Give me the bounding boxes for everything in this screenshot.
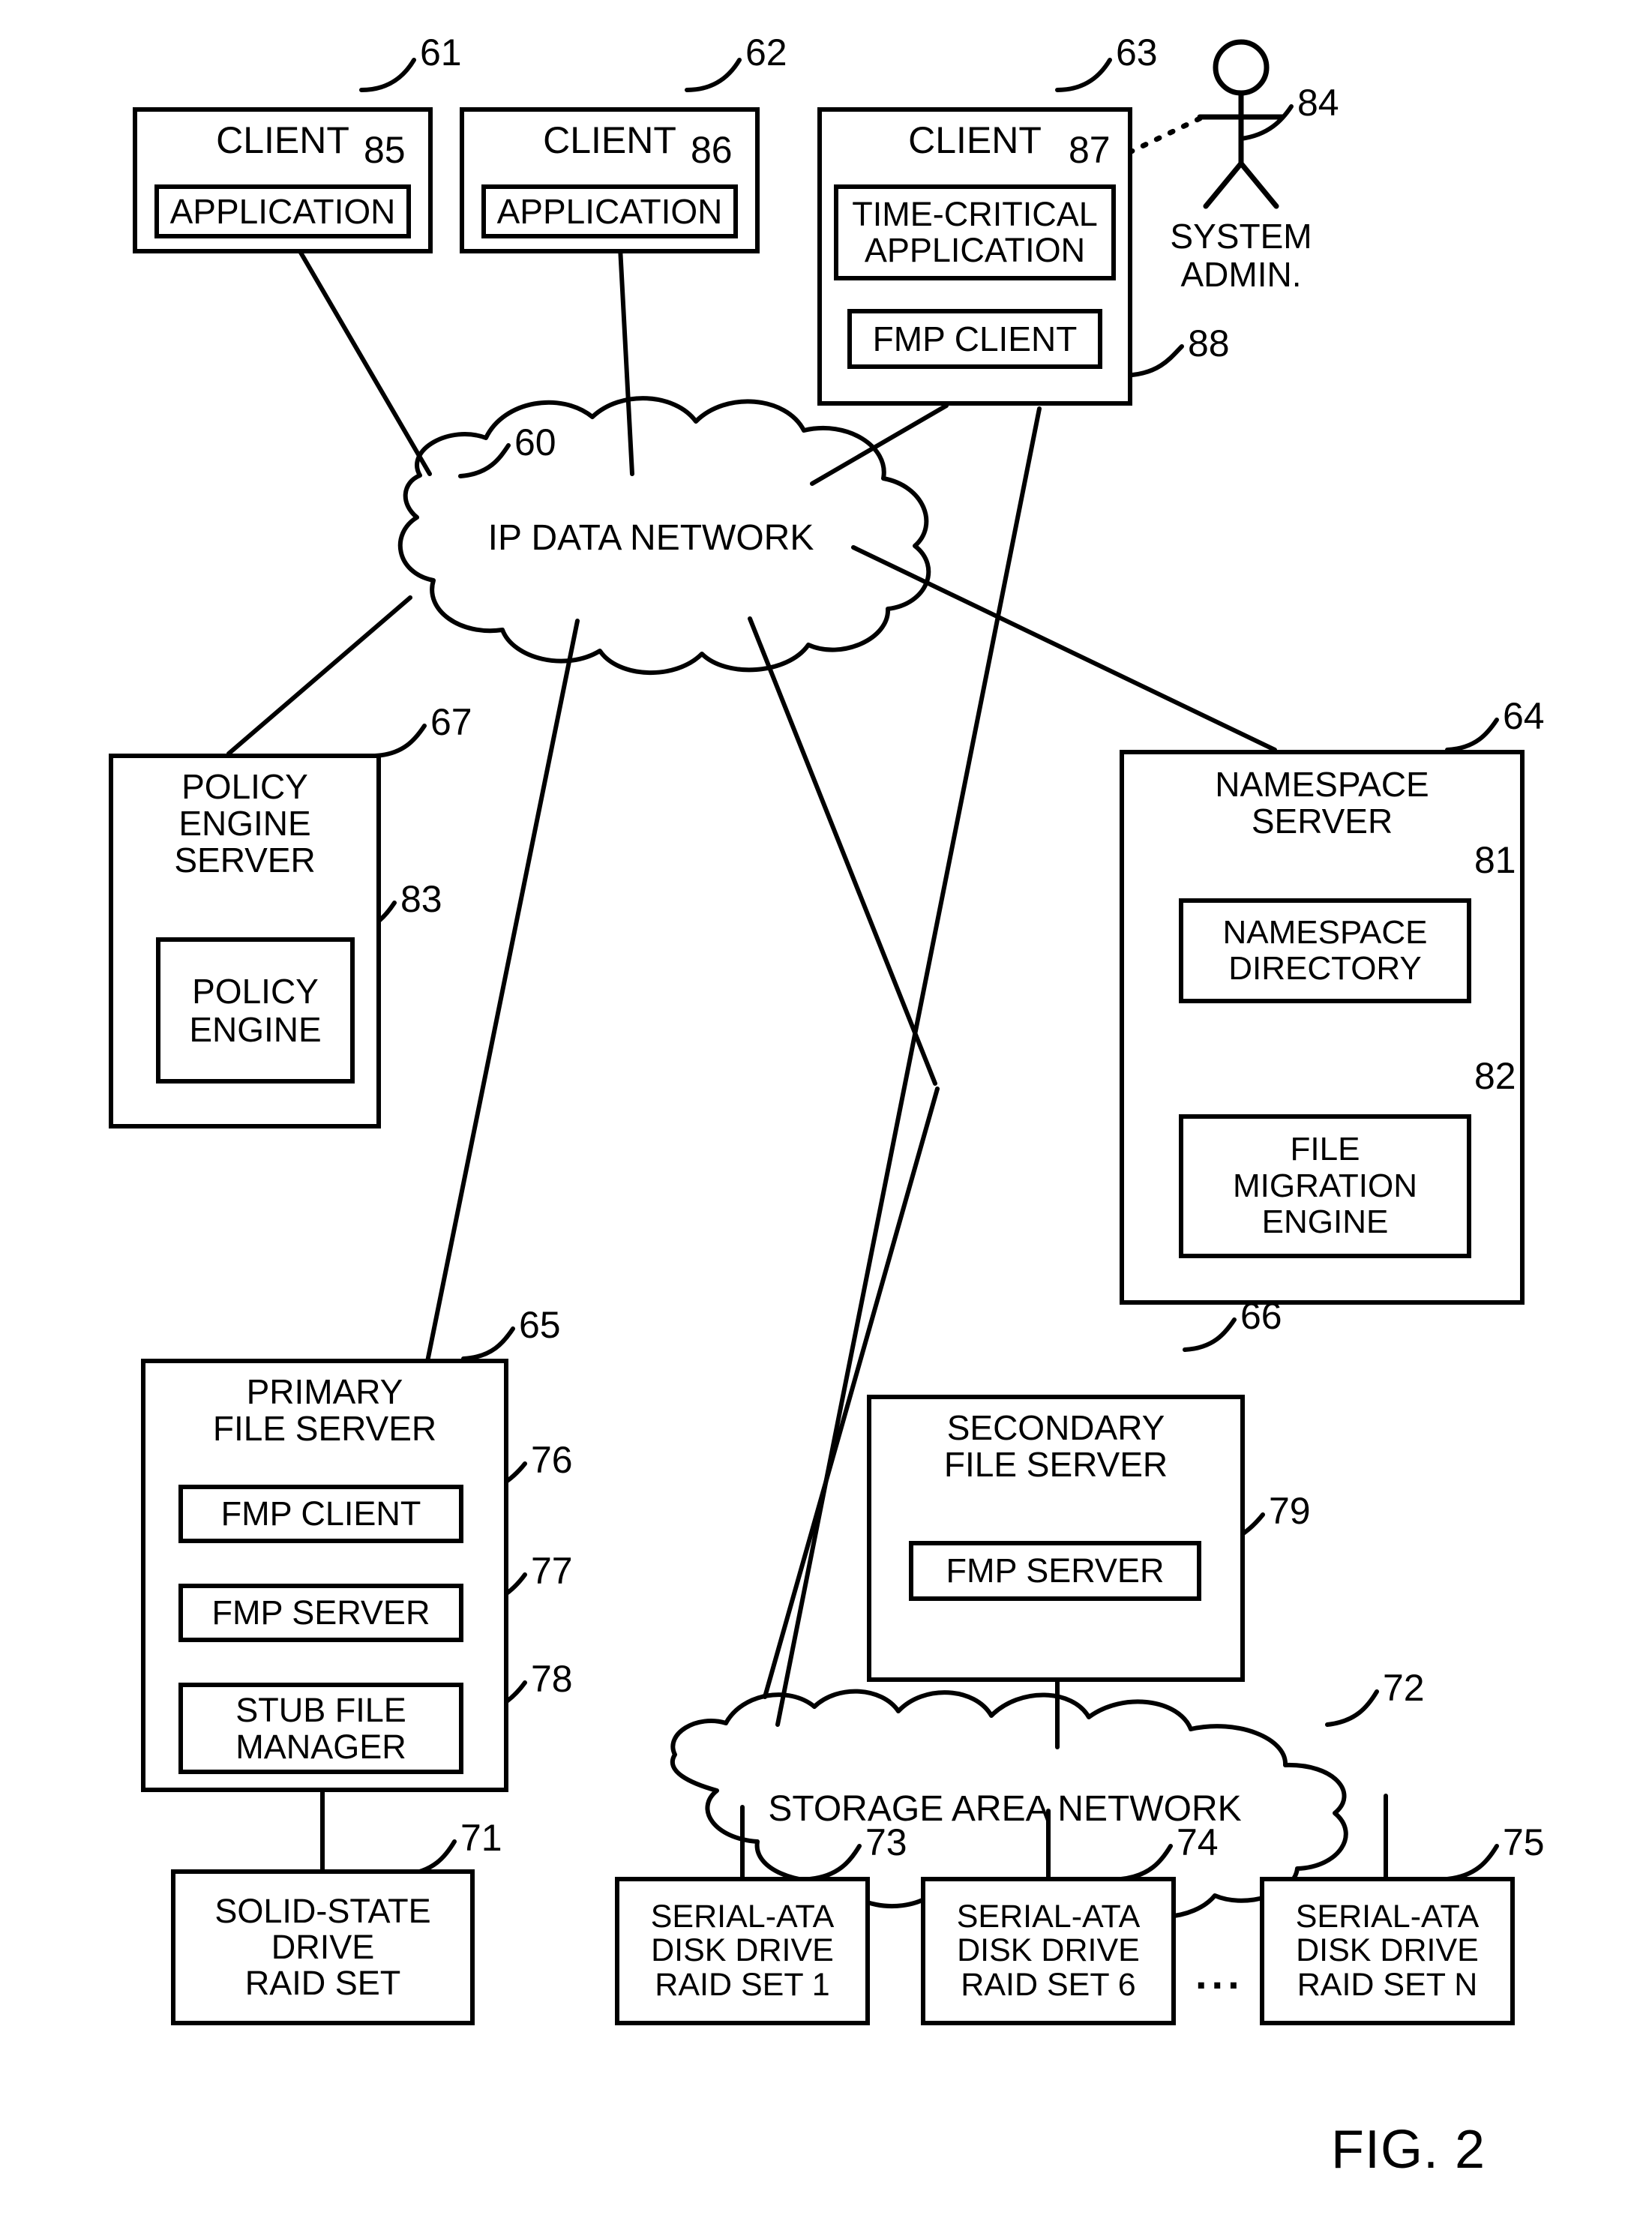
solid-state-drive-raid-set-71-title: SOLID-STATE DRIVE RAID SET bbox=[214, 1892, 431, 2002]
system-admin-leg-right bbox=[1238, 160, 1279, 209]
sata-raid-set-n-75-title: SERIAL-ATA DISK DRIVE RAID SET N bbox=[1295, 1898, 1480, 2003]
file-migration-engine-82-box[interactable]: FILE MIGRATION ENGINE bbox=[1179, 1114, 1471, 1258]
ref-numeral-84: 84 bbox=[1297, 82, 1339, 124]
secondary-file-server-66-box[interactable]: SECONDARY FILE SERVER bbox=[867, 1395, 1245, 1682]
namespace-directory-81-box[interactable]: NAMESPACE DIRECTORY bbox=[1179, 898, 1471, 1003]
sata-raid-set-1-73-box[interactable]: SERIAL-ATA DISK DRIVE RAID SET 1 bbox=[615, 1877, 870, 2025]
ref-numeral-75: 75 bbox=[1503, 1821, 1545, 1863]
ref-numeral-73: 73 bbox=[865, 1821, 907, 1863]
ref-numeral-74: 74 bbox=[1177, 1821, 1219, 1863]
fmp-server-77-label: FMP SERVER bbox=[211, 1593, 430, 1632]
fmp-client-76-box[interactable]: FMP CLIENT bbox=[178, 1485, 463, 1543]
link-client62-to-ip-network bbox=[618, 245, 634, 476]
secondary-file-server-66-title: SECONDARY FILE SERVER bbox=[943, 1408, 1168, 1484]
application-86-label: APPLICATION bbox=[496, 192, 723, 231]
primary-file-server-65-title: PRIMARY FILE SERVER bbox=[212, 1372, 437, 1448]
ref-numeral-82: 82 bbox=[1474, 1055, 1516, 1097]
leader-hook-72 bbox=[1325, 1689, 1379, 1727]
leader-hook-88 bbox=[1130, 344, 1184, 377]
fmp-client-76-label: FMP CLIENT bbox=[220, 1494, 421, 1533]
ref-numeral-71: 71 bbox=[460, 1817, 502, 1859]
policy-engine-83-box[interactable]: POLICY ENGINE bbox=[156, 937, 355, 1084]
client-61-title: CLIENT bbox=[216, 119, 349, 161]
fmp-client-88-label: FMP CLIENT bbox=[872, 319, 1078, 358]
system-admin-leg-left bbox=[1203, 160, 1244, 209]
leader-hook-67 bbox=[373, 724, 427, 758]
application-86-box[interactable]: APPLICATION bbox=[481, 184, 738, 238]
leader-hook-74 bbox=[1119, 1844, 1173, 1881]
link-client61-to-ip-network bbox=[295, 245, 432, 476]
leader-hook-61 bbox=[359, 58, 416, 92]
solid-state-drive-raid-set-71-box[interactable]: SOLID-STATE DRIVE RAID SET bbox=[171, 1869, 475, 2025]
ref-numeral-72: 72 bbox=[1383, 1667, 1425, 1709]
sata-raid-set-n-75-box[interactable]: SERIAL-ATA DISK DRIVE RAID SET N bbox=[1260, 1877, 1515, 2025]
ref-numeral-67: 67 bbox=[430, 701, 472, 743]
leader-hook-65 bbox=[461, 1326, 515, 1361]
time-critical-application-87-label: TIME-CRITICAL APPLICATION bbox=[852, 195, 1098, 269]
client-63-title: CLIENT bbox=[908, 119, 1042, 161]
ref-numeral-86: 86 bbox=[691, 129, 733, 171]
ref-numeral-61: 61 bbox=[420, 31, 462, 73]
ref-numeral-65: 65 bbox=[519, 1304, 561, 1346]
ref-numeral-63: 63 bbox=[1116, 31, 1158, 73]
fmp-server-79-label: FMP SERVER bbox=[946, 1551, 1165, 1590]
leader-hook-60 bbox=[458, 443, 511, 478]
ref-numeral-88: 88 bbox=[1188, 322, 1230, 364]
application-85-box[interactable]: APPLICATION bbox=[154, 184, 411, 238]
leader-hook-73 bbox=[808, 1844, 862, 1881]
ref-numeral-77: 77 bbox=[531, 1550, 573, 1592]
ref-numeral-60: 60 bbox=[514, 421, 556, 463]
leader-hook-62 bbox=[685, 58, 742, 92]
leader-hook-64 bbox=[1445, 718, 1499, 752]
ref-numeral-76: 76 bbox=[531, 1439, 573, 1481]
ip-data-network-label: IP DATA NETWORK bbox=[487, 518, 814, 558]
patent-figure-2: CLIENT APPLICATION CLIENT APPLICATION CL… bbox=[0, 0, 1652, 2239]
ref-numeral-66: 66 bbox=[1240, 1295, 1282, 1337]
policy-engine-server-67-title: POLICY ENGINE SERVER bbox=[174, 767, 316, 880]
raid-set-ellipsis: ... bbox=[1195, 1950, 1244, 1998]
client-62-title: CLIENT bbox=[543, 119, 676, 161]
system-admin-label: SYSTEM ADMIN. bbox=[1170, 217, 1312, 294]
application-85-label: APPLICATION bbox=[169, 192, 396, 231]
ref-numeral-87: 87 bbox=[1069, 129, 1111, 171]
stub-file-manager-78-box[interactable]: STUB FILE MANAGER bbox=[178, 1683, 463, 1774]
sata-raid-set-6-74-title: SERIAL-ATA DISK DRIVE RAID SET 6 bbox=[956, 1898, 1141, 2003]
figure-label: FIG. 2 bbox=[1331, 2120, 1486, 2180]
policy-engine-83-label: POLICY ENGINE bbox=[189, 971, 322, 1049]
leader-hook-75 bbox=[1445, 1844, 1499, 1881]
namespace-directory-81-label: NAMESPACE DIRECTORY bbox=[1222, 913, 1428, 987]
sata-raid-set-6-74-box[interactable]: SERIAL-ATA DISK DRIVE RAID SET 6 bbox=[921, 1877, 1176, 2025]
ref-numeral-81: 81 bbox=[1474, 839, 1516, 881]
ref-numeral-78: 78 bbox=[531, 1658, 573, 1700]
stub-file-manager-78-label: STUB FILE MANAGER bbox=[235, 1690, 406, 1766]
link-ip-network-to-namespace-server bbox=[851, 545, 1277, 752]
ref-numeral-79: 79 bbox=[1269, 1490, 1311, 1532]
time-critical-application-87-box[interactable]: TIME-CRITICAL APPLICATION bbox=[834, 184, 1116, 280]
ref-numeral-62: 62 bbox=[745, 31, 787, 73]
fmp-server-77-box[interactable]: FMP SERVER bbox=[178, 1584, 463, 1642]
system-admin-head bbox=[1213, 39, 1270, 96]
fmp-client-88-box[interactable]: FMP CLIENT bbox=[847, 309, 1102, 369]
leader-hook-84 bbox=[1239, 104, 1294, 141]
sata-raid-set-1-73-title: SERIAL-ATA DISK DRIVE RAID SET 1 bbox=[650, 1898, 835, 2003]
ref-numeral-64: 64 bbox=[1503, 695, 1545, 737]
ref-numeral-83: 83 bbox=[400, 878, 442, 920]
ref-numeral-85: 85 bbox=[364, 129, 406, 171]
link-client63-to-ip-network bbox=[810, 403, 949, 486]
fmp-server-79-box[interactable]: FMP SERVER bbox=[909, 1541, 1201, 1601]
leader-hook-66 bbox=[1183, 1317, 1237, 1352]
leader-hook-63 bbox=[1055, 58, 1112, 92]
link-ip-network-to-policy-engine-server bbox=[226, 595, 412, 756]
file-migration-engine-82-label: FILE MIGRATION ENGINE bbox=[1232, 1131, 1418, 1241]
namespace-server-64-title: NAMESPACE SERVER bbox=[1215, 765, 1429, 841]
link-ip-network-down-right bbox=[748, 616, 937, 1086]
